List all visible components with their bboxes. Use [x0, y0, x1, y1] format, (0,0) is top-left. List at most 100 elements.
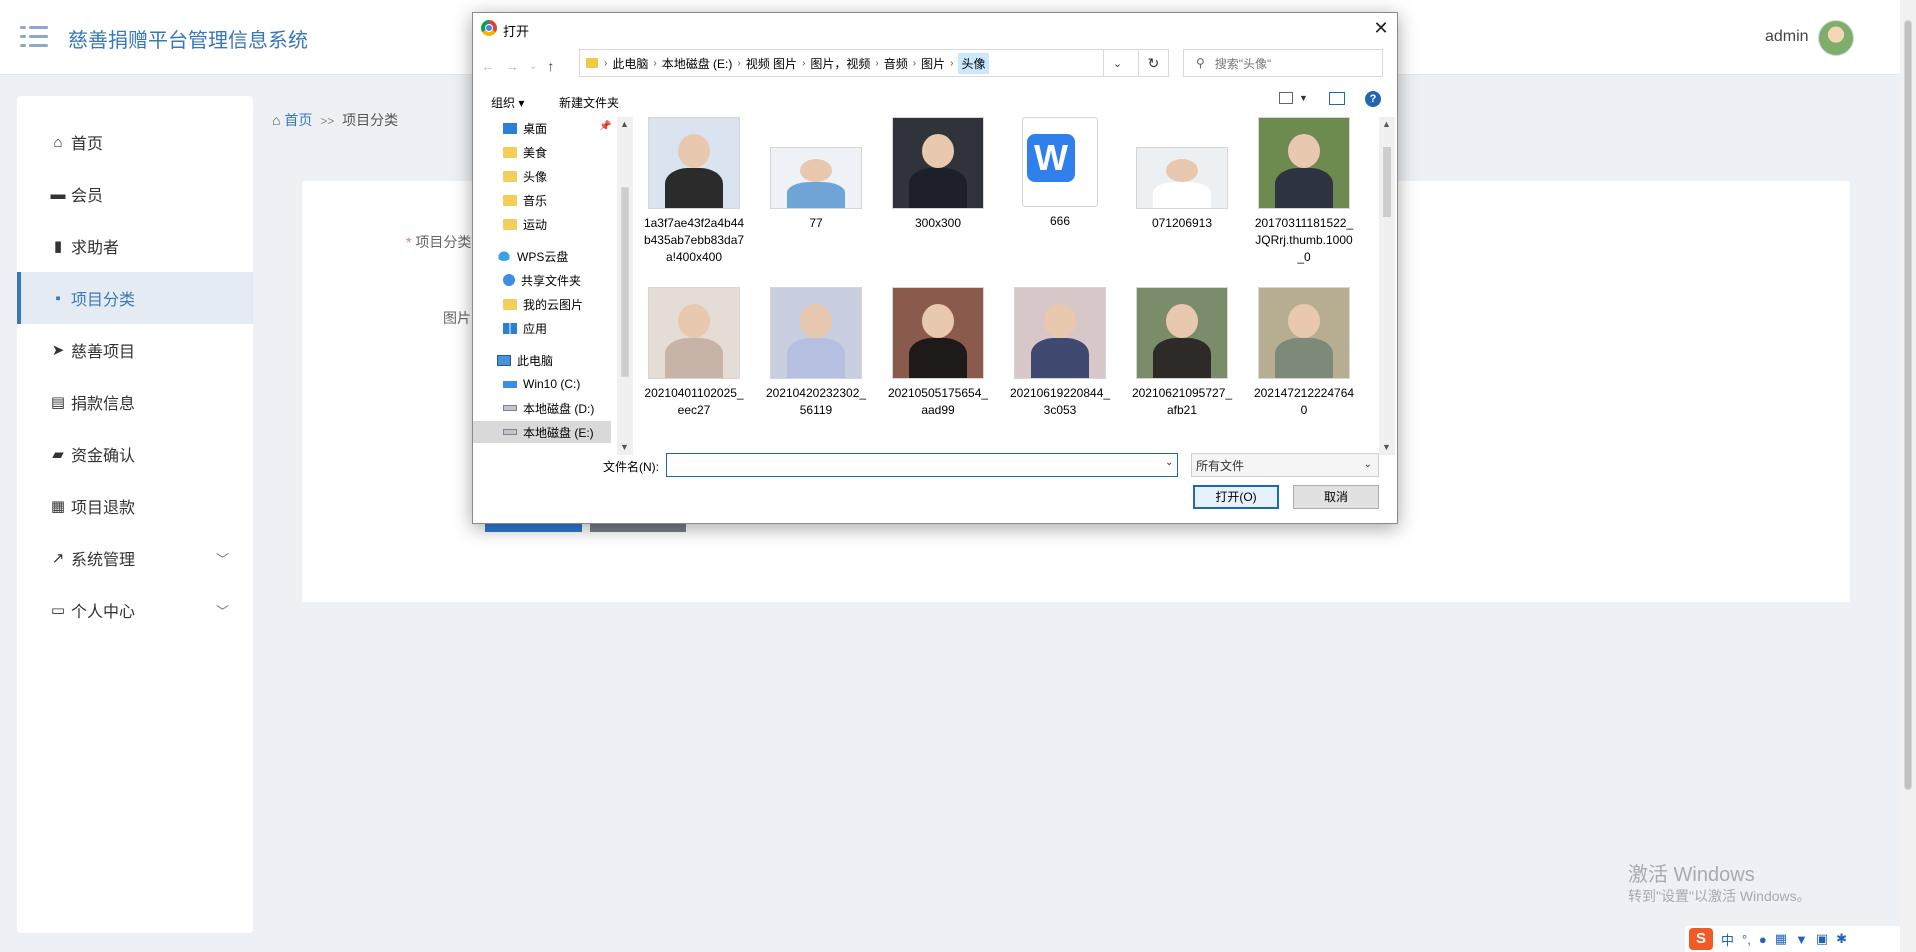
address-segment[interactable]: 本地磁盘 (E:) [662, 55, 733, 72]
tree-item-food[interactable]: 美食 [503, 141, 547, 163]
breadcrumb-home-link[interactable]: 首页 [284, 112, 312, 128]
file-tile[interactable]: W 666 [1005, 117, 1115, 230]
sidebar-item-donations[interactable]: ▤ 捐款信息 [17, 376, 253, 428]
file-tile[interactable]: 071206913 [1127, 117, 1237, 232]
tree-item-desktop[interactable]: 桌面 [503, 117, 547, 139]
view-options-icon[interactable] [1279, 92, 1293, 104]
sidebar-item-home[interactable]: ⌂ 首页 [17, 116, 253, 168]
scroll-down-icon[interactable]: ▼ [620, 442, 629, 452]
thumbnail-body [1031, 338, 1089, 378]
scroll-down-icon[interactable]: ▼ [1382, 442, 1391, 452]
filetype-select[interactable]: 所有文件 ⌄ [1191, 453, 1379, 477]
tree-item-this-pc[interactable]: 此电脑 [497, 349, 553, 371]
open-button[interactable]: 打开(O) [1193, 485, 1279, 509]
ime-mode[interactable]: 中 [1721, 930, 1734, 949]
sidebar-item-refunds[interactable]: ▦ 项目退款 [17, 480, 253, 532]
files-scrollbar[interactable]: ▲ ▼ [1379, 117, 1395, 455]
menu-toggle-icon[interactable] [20, 26, 48, 48]
file-name: 071206913 [1151, 216, 1213, 230]
history-nav: ← → ⌄ ↑ [481, 53, 554, 79]
avatar[interactable] [1818, 20, 1854, 56]
filename-input[interactable] [666, 453, 1178, 477]
tree-item-shared-folder[interactable]: 共享文件夹 [503, 269, 581, 291]
file-tile[interactable]: 20210401102025_eec27 [639, 287, 749, 419]
sidebar-item-system-management[interactable]: ↗ 系统管理 ﹀ [17, 532, 253, 584]
tree-item-drive-d[interactable]: 本地磁盘 (D:) [503, 397, 594, 419]
file-tile[interactable]: 20210621095727_afb21 [1127, 287, 1237, 419]
preview-pane-icon[interactable] [1329, 92, 1345, 105]
punctuation-icon[interactable]: °, [1742, 932, 1751, 947]
file-tile[interactable]: 20170311181522_JQRrj.thumb.1000_0 [1249, 117, 1359, 266]
tree-item-wps-cloud[interactable]: WPS云盘 [497, 245, 568, 267]
page-scrollbar[interactable] [1900, 0, 1916, 952]
forward-arrow-icon[interactable]: → [505, 58, 519, 74]
navigation-scrollbar[interactable]: ▲ ▼ [617, 117, 633, 455]
new-folder-button[interactable]: 新建文件夹 [559, 94, 619, 111]
address-segment[interactable]: 视频 图片 [746, 55, 797, 72]
file-tile[interactable]: 2021472122247640 [1249, 287, 1359, 419]
help-icon[interactable]: ? [1365, 91, 1381, 107]
chevron-down-icon: ⌄ [1363, 459, 1372, 470]
address-segment[interactable]: 此电脑 [612, 55, 648, 72]
tree-item-sports[interactable]: 运动 [503, 213, 547, 235]
scrollbar-thumb[interactable] [1904, 20, 1912, 790]
image-thumbnail [892, 117, 984, 209]
up-arrow-icon[interactable]: ↑ [547, 58, 554, 74]
address-segment[interactable]: 图片，视频 [810, 55, 870, 72]
tree-item-music[interactable]: 音乐 [503, 189, 547, 211]
user-name[interactable]: admin [1765, 28, 1809, 46]
file-tile[interactable]: 20210505175654_aad99 [883, 287, 993, 419]
scroll-up-icon[interactable]: ▲ [1382, 119, 1391, 129]
organize-button[interactable]: 组织 ▾ [491, 94, 524, 111]
chevron-right-icon: › [604, 57, 608, 69]
address-segment[interactable]: 音频 [884, 55, 908, 72]
file-tile[interactable]: 20210619220844_3c053 [1005, 287, 1115, 419]
tree-item-drive-c[interactable]: Win10 (C:) [503, 373, 580, 395]
sidebar-item-label: 首页 [71, 136, 104, 153]
search-placeholder: 搜索"头像" [1214, 56, 1272, 71]
sidebar-item-project-category[interactable]: ▪ 项目分类 [17, 272, 253, 324]
tree-item-drive-e[interactable]: 本地磁盘 (E:) [473, 421, 611, 443]
scrollbar-thumb[interactable] [621, 187, 629, 377]
tree-item-cloud-pictures[interactable]: 我的云图片 [503, 293, 583, 315]
chevron-down-icon[interactable]: ▼ [1299, 93, 1308, 103]
comment-icon: ▪ [55, 289, 61, 307]
sidebar-item-members[interactable]: ▬ 会员 [17, 168, 253, 220]
sidebar-item-help-seekers[interactable]: ▮ 求助者 [17, 220, 253, 272]
file-grid: 1a3f7ae43f2a4b44b435ab7ebb83da7a!400x400… [635, 117, 1359, 455]
scroll-up-icon[interactable]: ▲ [620, 119, 629, 129]
address-bar[interactable]: › 此电脑 › 本地磁盘 (E:) › 视频 图片 › 图片，视频 › 音频 ›… [579, 49, 1139, 77]
settings-icon[interactable]: ✱ [1836, 931, 1847, 947]
address-history-dropdown-icon[interactable]: ⌄ [1103, 49, 1131, 77]
tree-item-avatars[interactable]: 头像 [503, 165, 547, 187]
scrollbar-thumb[interactable] [1383, 147, 1391, 217]
sidebar-item-fund-confirmation[interactable]: ▰ 资金确认 [17, 428, 253, 480]
address-segment[interactable]: 图片 [921, 55, 945, 72]
pin-icon[interactable]: 📌 [599, 121, 611, 132]
microphone-icon[interactable]: ● [1759, 932, 1767, 947]
thumbnail-face [921, 134, 955, 169]
file-tile[interactable]: 77 [761, 117, 871, 232]
drive-icon [503, 405, 517, 411]
close-icon[interactable]: ✕ [1365, 13, 1397, 45]
recent-dropdown-icon[interactable]: ⌄ [529, 61, 537, 72]
image-field-label: 图片 [443, 310, 471, 326]
chevron-down-icon[interactable]: ⌄ [1165, 457, 1173, 468]
skin-icon[interactable]: ▼ [1795, 932, 1808, 947]
cancel-button[interactable]: 取消 [1293, 485, 1379, 509]
sogou-logo-icon[interactable]: S [1689, 928, 1713, 950]
keyboard-icon[interactable]: ▦ [1775, 931, 1787, 947]
back-arrow-icon[interactable]: ← [481, 58, 495, 74]
refresh-icon[interactable]: ↻ [1139, 49, 1169, 77]
search-input[interactable]: ⚲ 搜索"头像" [1183, 49, 1383, 77]
apps-icon [503, 322, 517, 334]
dialog-titlebar[interactable]: 打开 ✕ [473, 13, 1397, 45]
sidebar-item-charity-projects[interactable]: ➤ 慈善项目 [17, 324, 253, 376]
sidebar-item-personal-center[interactable]: ▭ 个人中心 ﹀ [17, 584, 253, 636]
toolbox-icon[interactable]: ▣ [1816, 931, 1828, 947]
tree-item-apps[interactable]: 应用 [503, 317, 547, 339]
file-tile[interactable]: 1a3f7ae43f2a4b44b435ab7ebb83da7a!400x400 [639, 117, 749, 266]
file-tile[interactable]: 300x300 [883, 117, 993, 232]
address-segment-current[interactable]: 头像 [958, 52, 989, 74]
file-tile[interactable]: 20210420232302_56119 [761, 287, 871, 419]
